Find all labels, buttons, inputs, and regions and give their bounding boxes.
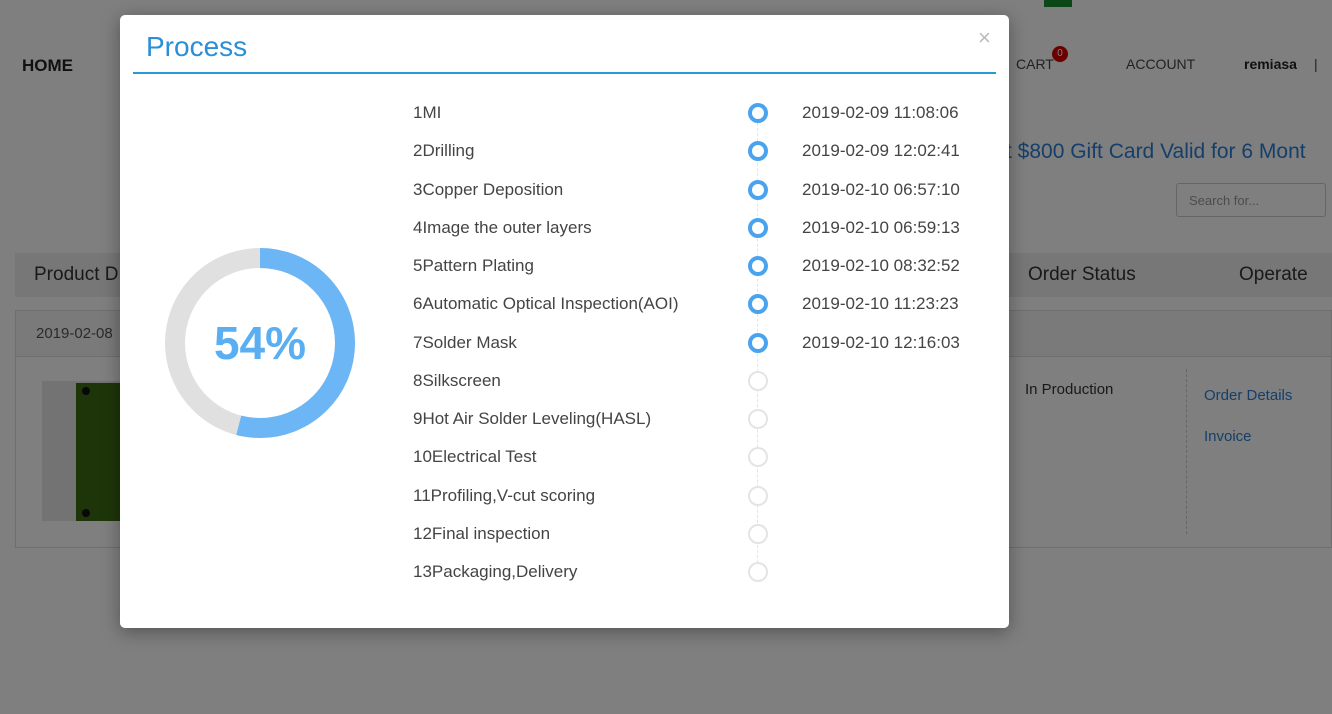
- process-step-label: 10Electrical Test: [413, 447, 537, 467]
- process-step-label: 3Copper Deposition: [413, 179, 564, 199]
- process-step-row: 13Packaging,Delivery: [120, 553, 1009, 591]
- process-step-label: 11Profiling,V-cut scoring: [413, 485, 596, 505]
- process-step-label: 4Image the outer layers: [413, 217, 592, 237]
- process-step-time: 2019-02-10 06:57:10: [802, 179, 960, 199]
- step-complete-icon: [748, 332, 768, 353]
- step-complete-icon: [748, 141, 768, 162]
- step-pending-icon: [748, 562, 768, 582]
- process-modal: Process × 54% 1MI 2019-02-09 11:08:06 2Dri…: [120, 15, 1009, 628]
- process-step-row: 8Silkscreen: [120, 362, 1009, 400]
- close-icon[interactable]: ×: [978, 25, 991, 51]
- title-divider: [133, 72, 996, 74]
- step-pending-icon: [748, 370, 768, 391]
- process-step-time: 2019-02-10 11:23:23: [802, 294, 959, 314]
- step-complete-icon: [748, 179, 768, 200]
- step-complete-icon: [748, 103, 768, 123]
- process-step-row: 6Automatic Optical Inspection(AOI) 2019-0…: [120, 285, 1009, 323]
- process-step-row: 12Final inspection: [120, 515, 1009, 553]
- process-step-label: 5Pattern Plating: [413, 256, 534, 275]
- process-step-label: 6Automatic Optical Inspection(AOI): [413, 294, 679, 314]
- process-step-row: 3Copper Deposition 2019-02-10 06:57:10: [120, 171, 1009, 209]
- step-complete-icon: [748, 294, 768, 315]
- process-step-time: 2019-02-10 08:32:52: [802, 256, 960, 275]
- step-pending-icon: [748, 485, 768, 506]
- process-step-row: 2Drilling 2019-02-09 12:02:41: [120, 132, 1009, 170]
- process-step-label: 1MI: [413, 103, 442, 122]
- step-pending-icon: [748, 523, 768, 544]
- process-step-time: 2019-02-09 11:08:06: [802, 103, 959, 122]
- process-step-label: 2Drilling: [413, 141, 475, 161]
- step-complete-icon: [748, 256, 768, 276]
- process-step-time: 2019-02-10 12:16:03: [802, 332, 960, 352]
- process-step-row: 9Hot Air Solder Leveling(HASL): [120, 400, 1009, 438]
- step-pending-icon: [748, 409, 768, 429]
- process-step-row: 1MI 2019-02-09 11:08:06: [120, 94, 1009, 132]
- process-step-row: 4Image the outer layers 2019-02-10 06:59:…: [120, 209, 1009, 247]
- process-step-label: 9Hot Air Solder Leveling(HASL): [413, 409, 652, 428]
- process-step-label: 13Packaging,Delivery: [413, 562, 578, 581]
- process-step-time: 2019-02-09 12:02:41: [802, 141, 960, 161]
- process-step-row: 10Electrical Test: [120, 438, 1009, 476]
- process-step-time: 2019-02-10 06:59:13: [802, 217, 960, 237]
- process-step-label: 12Final inspection: [413, 523, 551, 543]
- modal-title: Process: [146, 31, 248, 62]
- process-step-row: 7Solder Mask 2019-02-10 12:16:03: [120, 324, 1009, 362]
- step-pending-icon: [748, 447, 768, 468]
- process-step-row: 11Profiling,V-cut scoring: [120, 477, 1009, 515]
- step-complete-icon: [748, 217, 768, 238]
- process-step-label: 8Silkscreen: [413, 370, 501, 390]
- process-step-label: 7Solder Mask: [413, 332, 517, 352]
- process-step-row: 5Pattern Plating 2019-02-10 08:32:52: [120, 247, 1009, 285]
